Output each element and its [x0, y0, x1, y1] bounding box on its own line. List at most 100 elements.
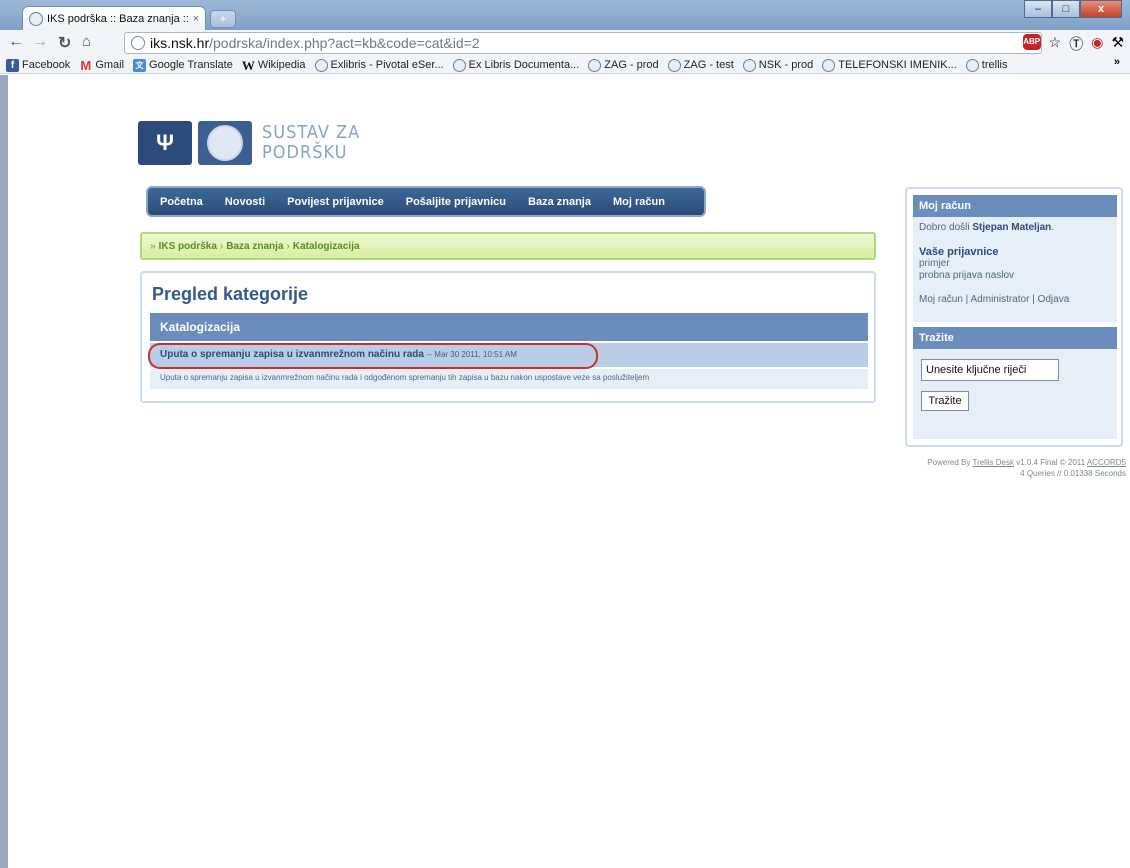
tab-title: IKS podrška :: Baza znanja :: [47, 12, 189, 25]
main-nav: Početna Novosti Povijest prijavnice Poša… [146, 186, 706, 217]
breadcrumb-separator-icon: » [150, 240, 156, 252]
sidebar: Moj račun Dobro došli Stjepan Mateljan. … [905, 187, 1123, 447]
bookmark-item[interactable]: M Gmail [79, 59, 124, 72]
trellis-link[interactable]: Trellis Desk [972, 458, 1013, 467]
welcome-suffix: . [1051, 222, 1055, 233]
globe-icon [965, 58, 979, 72]
globe-icon [452, 58, 466, 72]
search-button[interactable]: Tražite [921, 391, 969, 411]
bookmark-label: Ex Libris Documenta... [468, 59, 580, 71]
logo-line2: PODRŠKU [262, 142, 348, 163]
bookmark-item[interactable]: trellis [965, 58, 1008, 72]
bookmarks-bar: f Facebook M Gmail 文 Google Translate W Wikiped… [0, 56, 1130, 74]
bookmark-label: NSK - prod [758, 59, 814, 71]
welcome-text: Dobro došli Stjepan Mateljan. [919, 222, 1111, 234]
extension-icons: ABP ☆ Ⓣ ◉ ⚒ [1022, 34, 1124, 54]
nav-my-account[interactable]: Moj račun [613, 196, 665, 208]
search-input[interactable] [921, 359, 1059, 381]
gmail-icon: M [80, 57, 92, 73]
window-left-edge [0, 75, 8, 868]
back-arrow-icon[interactable]: ← [8, 33, 24, 51]
sidebar-search-header: Tražite [913, 327, 1117, 349]
wikipedia-icon: W [241, 57, 255, 73]
nav-home[interactable]: Početna [160, 196, 203, 208]
tickets-heading: Vaše prijavnice [919, 246, 999, 258]
browser-tab[interactable]: IKS podrška :: Baza znanja :: × [22, 6, 206, 30]
star-icon[interactable]: ☆ [1049, 34, 1062, 54]
article-description: Uputa o spremanju zapisa u izvanmrežnom … [150, 369, 868, 389]
breadcrumb-home[interactable]: IKS podrška [159, 241, 217, 252]
bookmark-item[interactable]: ZAG - test [667, 58, 734, 72]
bookmark-label: Google Translate [149, 59, 233, 71]
bookmark-item[interactable]: TELEFONSKI IMENIK... [822, 58, 957, 72]
close-icon[interactable]: × [193, 13, 199, 25]
maximize-button[interactable]: □ [1052, 0, 1080, 18]
bookmark-label: TELEFONSKI IMENIK... [838, 59, 957, 71]
breadcrumb: » IKS podrška › Baza znanja › Katalogiza… [140, 232, 876, 260]
globe-icon [29, 11, 43, 26]
bookmark-label: Exlibris - Pivotal eSer... [330, 59, 444, 71]
home-icon[interactable]: ⌂ [82, 33, 91, 50]
browser-titlebar: IKS podrška :: Baza znanja :: × + – □ x [0, 0, 1130, 30]
bookmark-item[interactable]: Exlibris - Pivotal eSer... [314, 58, 444, 72]
bookmark-item[interactable]: Ex Libris Documenta... [452, 58, 580, 72]
ticket-link[interactable]: probna prijava naslov [919, 270, 1111, 282]
footer-credits: Powered By Trellis Desk v1.0.4 Final © 2… [927, 457, 1126, 468]
breadcrumb-separator-icon: › [219, 240, 224, 252]
bookmark-label: Wikipedia [257, 59, 306, 71]
globe-icon [822, 58, 836, 72]
page-title: Pregled kategorije [152, 284, 309, 304]
bookmark-item[interactable]: f Facebook [6, 58, 71, 72]
browser-toolbar: ← → ↻ ⌂ iks.nsk.hr/podrska/index.php?act… [0, 30, 1130, 74]
facebook-icon: f [6, 58, 19, 72]
bookmark-label: Facebook [22, 59, 71, 71]
adblock-icon[interactable]: ABP [1022, 34, 1041, 50]
forward-arrow-icon[interactable]: → [32, 33, 48, 51]
bookmark-label: Gmail [95, 59, 125, 71]
url-host: iks.nsk.hr [150, 35, 210, 51]
sidebar-account-body: Dobro došli Stjepan Mateljan. Vaše prija… [913, 217, 1117, 322]
annotation-highlight-oval [148, 343, 598, 369]
chevron-right-icon[interactable]: » [1114, 56, 1120, 68]
breadcrumb-kb[interactable]: Baza znanja [226, 241, 283, 252]
nav-submit-ticket[interactable]: Pošaljite prijavnicu [406, 196, 506, 208]
wikipedia-extension-icon[interactable]: Ⓣ [1069, 34, 1083, 54]
google-translate-icon: 文 [133, 58, 147, 72]
bookmark-label: ZAG - prod [604, 59, 659, 71]
nav-news[interactable]: Novosti [225, 196, 265, 208]
company-link[interactable]: ACCORD5 [1087, 458, 1126, 467]
globe-icon [314, 58, 328, 72]
bookmark-label: trellis [981, 59, 1008, 71]
ticket-link[interactable]: primjer [919, 258, 1111, 270]
globe-icon [131, 36, 145, 50]
nav-ticket-history[interactable]: Povijest prijavnice [287, 196, 384, 208]
footer-stats: 4 Queries // 0.01338 Seconds [1020, 469, 1126, 478]
address-bar[interactable]: iks.nsk.hr/podrska/index.php?act=kb&code… [124, 32, 1042, 54]
account-links[interactable]: Moj račun | Administrator | Odjava [919, 294, 1111, 306]
minimize-button[interactable]: – [1024, 0, 1052, 18]
nav-knowledge-base[interactable]: Baza znanja [528, 196, 591, 208]
version-text: v1.0.4 Final © 2011 [1016, 458, 1086, 467]
footer: Powered By Trellis Desk v1.0.4 Final © 2… [927, 457, 1126, 479]
url-path: /podrska/index.php?act=kb&code=cat&id=2 [209, 35, 480, 51]
globe-icon [588, 58, 602, 72]
category-header: Katalogizacija [150, 313, 868, 341]
bookmark-label: ZAG - test [683, 59, 734, 71]
category-panel: Pregled kategorije Katalogizacija Uputa … [140, 271, 876, 403]
site-logo[interactable]: Ψ SUSTAV ZA PODRŠKU [138, 121, 360, 165]
bookmark-item[interactable]: ZAG - prod [588, 58, 659, 72]
bookmark-item[interactable]: 文 Google Translate [133, 58, 233, 72]
welcome-prefix: Dobro došli [919, 222, 970, 233]
wrench-icon[interactable]: ⚒ [1111, 34, 1124, 54]
logo-emblem-icon: Ψ [138, 121, 192, 165]
bookmark-item[interactable]: NSK - prod [742, 58, 814, 72]
logo-text: SUSTAV ZA PODRŠKU [262, 123, 360, 163]
logo-line1: SUSTAV ZA [262, 122, 361, 143]
bookmark-item[interactable]: W Wikipedia [242, 59, 306, 72]
reload-icon[interactable]: ↻ [58, 33, 71, 53]
breadcrumb-category[interactable]: Katalogizacija [293, 241, 360, 252]
opera-icon[interactable]: ◉ [1091, 34, 1103, 54]
new-tab-button[interactable]: + [210, 10, 236, 28]
close-window-button[interactable]: x [1080, 0, 1122, 18]
breadcrumb-separator-icon: › [286, 240, 290, 252]
